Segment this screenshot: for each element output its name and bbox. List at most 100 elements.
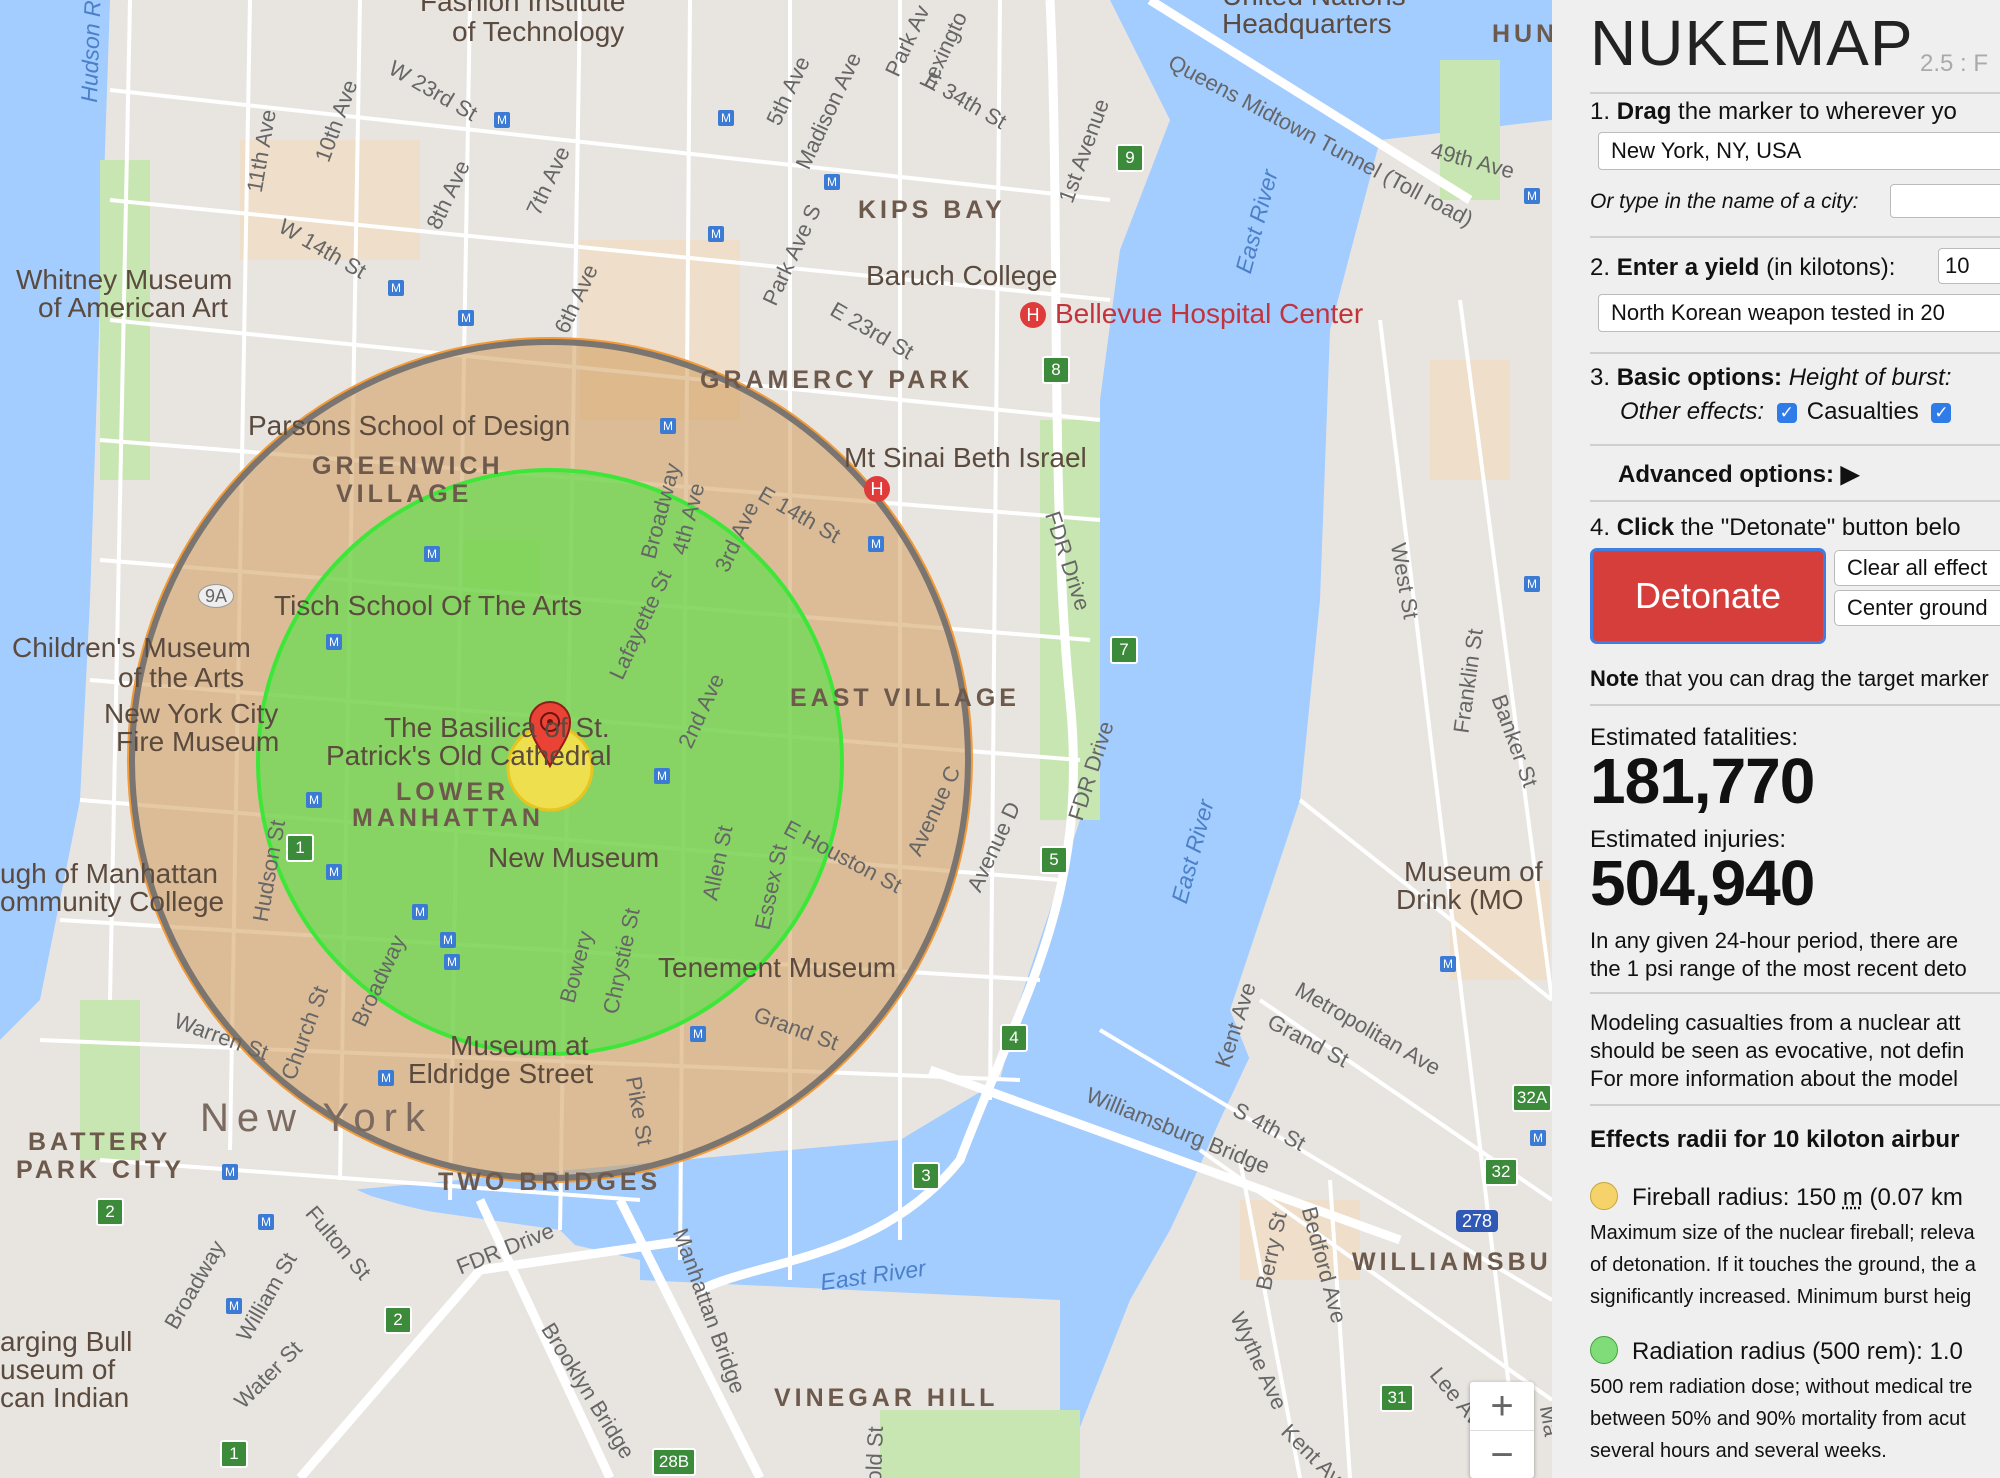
step-1-instruction: 1. Drag the marker to wherever yo bbox=[1590, 98, 1957, 125]
metro-icon: M bbox=[1440, 956, 1456, 972]
period-text-line: the 1 psi range of the most recent deto bbox=[1590, 956, 1967, 981]
map-label: BATTERY bbox=[28, 1128, 172, 1156]
metro-icon: M bbox=[1530, 1130, 1546, 1146]
exit-shield: 2 bbox=[384, 1306, 412, 1334]
map-label: ugh of Manhattan bbox=[0, 858, 218, 889]
map-label: Fashion Institute bbox=[420, 0, 626, 17]
metro-icon: M bbox=[690, 1026, 706, 1042]
map-label: arging Bull bbox=[0, 1326, 133, 1357]
map-label: EAST VILLAGE bbox=[790, 684, 1020, 712]
metro-icon: M bbox=[494, 112, 510, 128]
metro-icon: M bbox=[378, 1070, 394, 1086]
zoom-in-button[interactable]: + bbox=[1470, 1382, 1534, 1431]
map-label: Fire Museum bbox=[116, 726, 280, 757]
map-canvas[interactable]: Fashion Institute of Technology United N… bbox=[0, 0, 1552, 1478]
zoom-out-button[interactable]: − bbox=[1470, 1431, 1534, 1478]
step-2-instruction: 2. Enter a yield (in kilotons): bbox=[1590, 254, 1896, 281]
metro-icon: M bbox=[1524, 576, 1540, 592]
map-label: GRAMERCY PARK bbox=[700, 366, 974, 394]
metro-icon: M bbox=[412, 904, 428, 920]
map-label: Eldridge Street bbox=[408, 1058, 594, 1089]
detonate-button[interactable]: Detonate bbox=[1590, 548, 1826, 644]
interstate-278-shield: 278 bbox=[1456, 1210, 1499, 1232]
advanced-options-toggle[interactable]: Advanced options: ▶ bbox=[1618, 460, 1859, 489]
radiation-description-line: between 50% and 90% mortality from acut bbox=[1590, 1408, 1966, 1430]
fatalities-count: 181,770 bbox=[1590, 745, 1815, 817]
metro-icon: M bbox=[258, 1214, 274, 1230]
metro-icon: M bbox=[222, 1164, 238, 1180]
map-label: Hudson R bbox=[75, 0, 106, 104]
map-label: Tisch School Of The Arts bbox=[274, 590, 583, 621]
map-label: LOWER bbox=[396, 778, 510, 806]
exit-shield: 7 bbox=[1110, 636, 1138, 664]
radiation-radius-label: Radiation radius (500 rem): 1.0 bbox=[1632, 1338, 1963, 1365]
unit-toggle[interactable]: m bbox=[1843, 1184, 1863, 1211]
casualties-label: Casualties bbox=[1806, 398, 1919, 425]
yield-input[interactable]: 10 bbox=[1938, 248, 2000, 284]
exit-shield: 1 bbox=[220, 1440, 248, 1468]
map-label: Museum at bbox=[450, 1030, 589, 1061]
fallout-checkbox[interactable]: ✓ bbox=[1931, 402, 1952, 423]
metro-icon: M bbox=[1524, 188, 1540, 204]
exit-shield: 31 bbox=[1380, 1384, 1414, 1412]
injuries-count: 504,940 bbox=[1590, 847, 1815, 919]
map-label: of American Art bbox=[38, 292, 228, 323]
fireball-description-line: of detonation. If it touches the ground,… bbox=[1590, 1254, 1976, 1276]
metro-icon: M bbox=[326, 634, 342, 650]
casualties-checkbox[interactable]: ✓ bbox=[1776, 402, 1797, 423]
fireball-description-line: Maximum size of the nuclear fireball; re… bbox=[1590, 1222, 1975, 1244]
map-label: of Technology bbox=[452, 16, 625, 47]
exit-shield: 3 bbox=[912, 1162, 940, 1190]
map-label: Headquarters bbox=[1222, 8, 1392, 39]
center-ground-zero-button[interactable]: Center ground bbox=[1834, 590, 2000, 626]
divider bbox=[1590, 1104, 2000, 1106]
step-3-instruction: 3. Basic options: Height of burst: bbox=[1590, 364, 1952, 391]
map-label: Gold St bbox=[860, 1425, 888, 1478]
route-9a-shield: 9A bbox=[198, 584, 235, 608]
map-label: The Basilica of St. bbox=[384, 712, 610, 743]
map-label: Mt Sinai Beth Israel bbox=[844, 442, 1087, 473]
metro-icon: M bbox=[718, 110, 734, 126]
divider bbox=[1590, 704, 2000, 706]
divider bbox=[1590, 92, 2000, 94]
map-label: ommunity College bbox=[0, 886, 225, 917]
location-field[interactable]: New York, NY, USA bbox=[1598, 132, 2000, 170]
map-label: New York City bbox=[104, 698, 279, 729]
zoom-control: + − bbox=[1470, 1382, 1534, 1478]
map-label: GREENWICH bbox=[312, 452, 504, 480]
metro-icon: M bbox=[708, 226, 724, 242]
clear-effects-button[interactable]: Clear all effect bbox=[1834, 550, 2000, 586]
exit-shield: 1 bbox=[286, 834, 314, 862]
preset-select[interactable]: North Korean weapon tested in 20 bbox=[1598, 294, 2000, 332]
other-effects-row: Other effects: ✓ Casualties ✓ bbox=[1620, 398, 1961, 426]
map-label: WILLIAMSBUR bbox=[1352, 1248, 1552, 1276]
map-label: TWO BRIDGES bbox=[438, 1168, 662, 1196]
map-label: HUN bbox=[1492, 20, 1552, 48]
fireball-radius-label: Fireball radius: 150 m (0.07 km bbox=[1632, 1184, 1963, 1211]
exit-shield: 28B bbox=[652, 1448, 696, 1476]
model-text-line: Modeling casualties from a nuclear att bbox=[1590, 1010, 1961, 1035]
map-label: VINEGAR HILL bbox=[774, 1384, 999, 1412]
divider bbox=[1590, 444, 2000, 446]
map-label: Bellevue Hospital Center bbox=[1055, 298, 1364, 329]
step-4-instruction: 4. Click the "Detonate" button belo bbox=[1590, 514, 1961, 541]
effects-title: Effects radii for 10 kiloton airbur bbox=[1590, 1126, 1960, 1153]
metro-icon: M bbox=[226, 1298, 242, 1314]
city-search-input[interactable] bbox=[1890, 184, 2000, 218]
map-label: New Museum bbox=[488, 842, 660, 873]
map-label: of the Arts bbox=[118, 662, 245, 693]
model-text-line: For more information about the model bbox=[1590, 1066, 1959, 1091]
map-label: Parsons School of Design bbox=[248, 410, 571, 441]
map-label: can Indian bbox=[0, 1382, 130, 1413]
map-label: New York bbox=[200, 1096, 433, 1140]
radiation-legend-dot bbox=[1590, 1336, 1618, 1364]
triangle-right-icon: ▶ bbox=[1840, 461, 1860, 488]
app-title: NUKEMAP bbox=[1590, 7, 1914, 79]
map-label: KIPS BAY bbox=[858, 196, 1006, 224]
exit-shield: 5 bbox=[1040, 846, 1068, 874]
divider bbox=[1590, 236, 2000, 238]
metro-icon: M bbox=[824, 174, 840, 190]
metro-icon: M bbox=[424, 546, 440, 562]
map-label: useum of bbox=[0, 1354, 116, 1385]
map-label: Patrick's Old Cathedral bbox=[326, 740, 612, 771]
